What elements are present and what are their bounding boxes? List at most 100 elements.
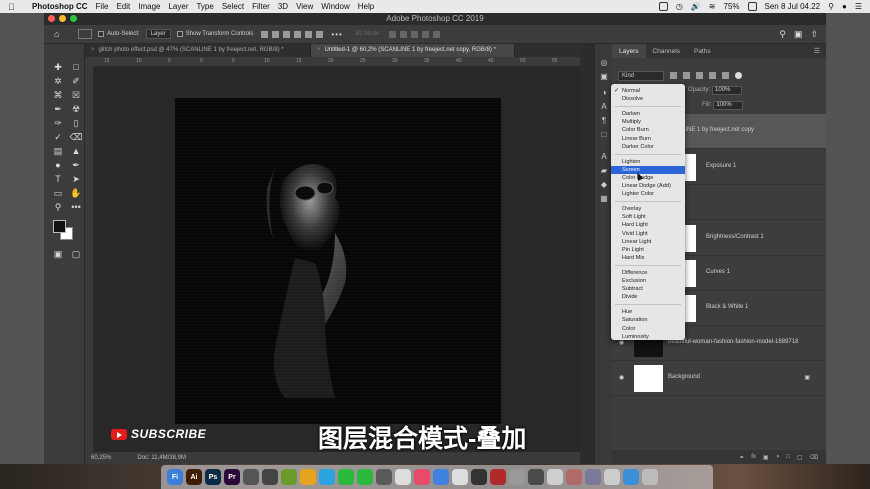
layer-name[interactable]: Exposure 1 (706, 163, 736, 169)
visibility-eye-icon[interactable]: ◉ (619, 374, 627, 381)
new-adjustment-icon[interactable]: ◑ (776, 454, 780, 460)
character-panel-icon[interactable]: A (599, 102, 609, 111)
menu-image[interactable]: Image (138, 2, 160, 11)
menu-select[interactable]: Select (222, 2, 244, 11)
color-swatches[interactable] (53, 220, 75, 242)
clock-history-icon[interactable]: ◷ (676, 2, 683, 11)
filter-toggle-icon[interactable] (735, 72, 742, 79)
blend-mode-option[interactable]: Hard Light (611, 221, 685, 229)
layer-thumbnail[interactable] (634, 365, 663, 392)
dock-app-icon[interactable]: Fi (167, 469, 183, 485)
frame-tool-icon[interactable]: ☒ (68, 88, 84, 102)
blend-mode-option[interactable]: Subtract (611, 285, 685, 293)
volume-icon[interactable]: 🔊 (691, 2, 701, 11)
crop-tool-icon[interactable]: ⌘ (50, 88, 66, 102)
stamp-tool-icon[interactable]: ▯ (68, 116, 84, 130)
menu-window[interactable]: Window (321, 2, 349, 11)
type-filter-icon[interactable] (696, 72, 703, 79)
blend-mode-option[interactable]: Overlay (611, 205, 685, 213)
align-top-icon[interactable] (261, 30, 269, 38)
auto-select-dropdown[interactable]: Layer (145, 29, 171, 39)
history-brush-tool-icon[interactable]: ✓ (50, 130, 66, 144)
marquee-tool-icon[interactable]: □ (68, 60, 84, 74)
rectangle-tool-icon[interactable]: ▭ (50, 186, 66, 200)
vertical-ruler[interactable] (85, 67, 94, 452)
blend-mode-option[interactable]: Saturation (611, 316, 685, 324)
dock-app-icon[interactable] (452, 469, 468, 485)
blend-mode-option[interactable]: Exclusion (611, 277, 685, 285)
dock-app-icon[interactable] (547, 469, 563, 485)
properties-panel-icon[interactable]: A (599, 152, 609, 161)
align-middle-icon[interactable] (272, 30, 280, 38)
kind-filter-dropdown[interactable]: Kind (618, 70, 664, 81)
blend-mode-option[interactable]: Linear Light (611, 238, 685, 246)
menu-file[interactable]: File (96, 2, 109, 11)
dock-app-icon[interactable] (319, 469, 335, 485)
swatches-panel-icon[interactable]: ▦ (599, 194, 609, 203)
tab-untitled-1[interactable]: × Untitled-1 @ 60,2% (SCANLINE 1 by freej… (311, 44, 515, 57)
layer-name[interactable]: Curves 1 (706, 269, 730, 275)
clock[interactable]: Sen 8 Jul 04.22 (765, 2, 821, 11)
dock-app-icon[interactable] (490, 469, 506, 485)
blend-mode-option[interactable]: Soft Light (611, 213, 685, 221)
canvas-area[interactable] (94, 67, 580, 452)
blend-mode-option[interactable]: Darker Color (611, 143, 685, 151)
more-options-icon[interactable]: ••• (331, 30, 342, 39)
dock-app-icon[interactable] (585, 469, 601, 485)
more-tools-icon[interactable]: ••• (68, 200, 84, 214)
menu-filter[interactable]: Filter (252, 2, 270, 11)
blend-mode-option[interactable]: Luminosity (611, 333, 685, 341)
glyphs-panel-icon[interactable]: □ (599, 130, 609, 139)
blend-mode-option[interactable]: Vivid Light (611, 230, 685, 238)
align-left-icon[interactable] (294, 30, 302, 38)
screen-mode-icon[interactable]: ▢ (68, 247, 84, 261)
layer-row[interactable]: ◉ Background ▣ (612, 361, 826, 396)
dock-app-icon[interactable] (509, 469, 525, 485)
blend-mode-option[interactable]: Lighten (611, 158, 685, 166)
fill-input[interactable]: 100% (713, 101, 744, 110)
blend-mode-option[interactable]: Lighter Color (611, 190, 685, 198)
3d-roll-icon[interactable] (399, 30, 407, 38)
3d-rotate-icon[interactable] (388, 30, 396, 38)
dock-app-icon[interactable]: Ps (205, 469, 221, 485)
tab-glitch-photo-effect[interactable]: × glitch photo effect.psd @ 47% (SCANLINE… (85, 44, 311, 57)
layer-name[interactable]: Black & White 1 (706, 304, 748, 310)
dock-app-icon[interactable] (414, 469, 430, 485)
move-tool-icon[interactable]: ✚ (50, 60, 66, 74)
smart-object-filter-icon[interactable] (722, 72, 729, 79)
menu-type[interactable]: Type (196, 2, 213, 11)
type-tool-icon[interactable]: T (50, 172, 66, 186)
delete-layer-icon[interactable]: ⌫ (810, 454, 818, 461)
hand-tool-icon[interactable]: ✋ (68, 186, 84, 200)
move-tool-preset[interactable] (78, 29, 92, 39)
blend-mode-menu[interactable]: ✓ Normal Dissolve Darken Multiply Color Burn L… (611, 84, 685, 340)
blend-mode-option[interactable]: Color Burn (611, 126, 685, 134)
blend-mode-option[interactable]: Color Dodge (611, 174, 685, 182)
dock-app-icon[interactable] (376, 469, 392, 485)
quick-mask-icon[interactable]: ▣ (50, 247, 66, 261)
auto-select-checkbox[interactable] (98, 31, 104, 37)
paragraph-panel-icon[interactable]: ¶ (599, 116, 609, 125)
dock-app-icon[interactable] (623, 469, 639, 485)
app-menu[interactable]: Photoshop CC (32, 2, 88, 11)
lock-icon[interactable]: ▣ (804, 374, 810, 381)
doc-size[interactable]: Doc: 11,4M/38,9M (137, 455, 186, 461)
libraries-panel-icon[interactable]: ▣ (599, 72, 609, 81)
record-icon[interactable] (658, 2, 668, 11)
horizontal-ruler[interactable]: 15 10 5 0 5 10 15 20 25 30 35 40 45 50 55 (94, 57, 580, 67)
tab-layers[interactable]: Layers (612, 44, 646, 58)
opacity-input[interactable]: 100% (712, 86, 743, 95)
spotlight-icon[interactable]: ⚲ (828, 2, 834, 11)
blend-mode-option[interactable]: Divide (611, 293, 685, 301)
layer-name[interactable]: Background (668, 374, 700, 380)
subscribe-badge[interactable]: SUBSCRIBE (111, 427, 206, 441)
ruler-corner[interactable] (85, 57, 94, 67)
blur-tool-icon[interactable]: ▲ (68, 144, 84, 158)
new-layer-icon[interactable]: ▢ (797, 454, 803, 461)
blend-mode-option[interactable]: Difference (611, 269, 685, 277)
workspace-icon[interactable]: ▣ (794, 29, 803, 40)
menu-edit[interactable]: Edit (116, 2, 130, 11)
dock-app-icon[interactable] (471, 469, 487, 485)
document-canvas[interactable] (175, 98, 501, 424)
3d-panel-icon[interactable]: ◆ (599, 180, 609, 189)
